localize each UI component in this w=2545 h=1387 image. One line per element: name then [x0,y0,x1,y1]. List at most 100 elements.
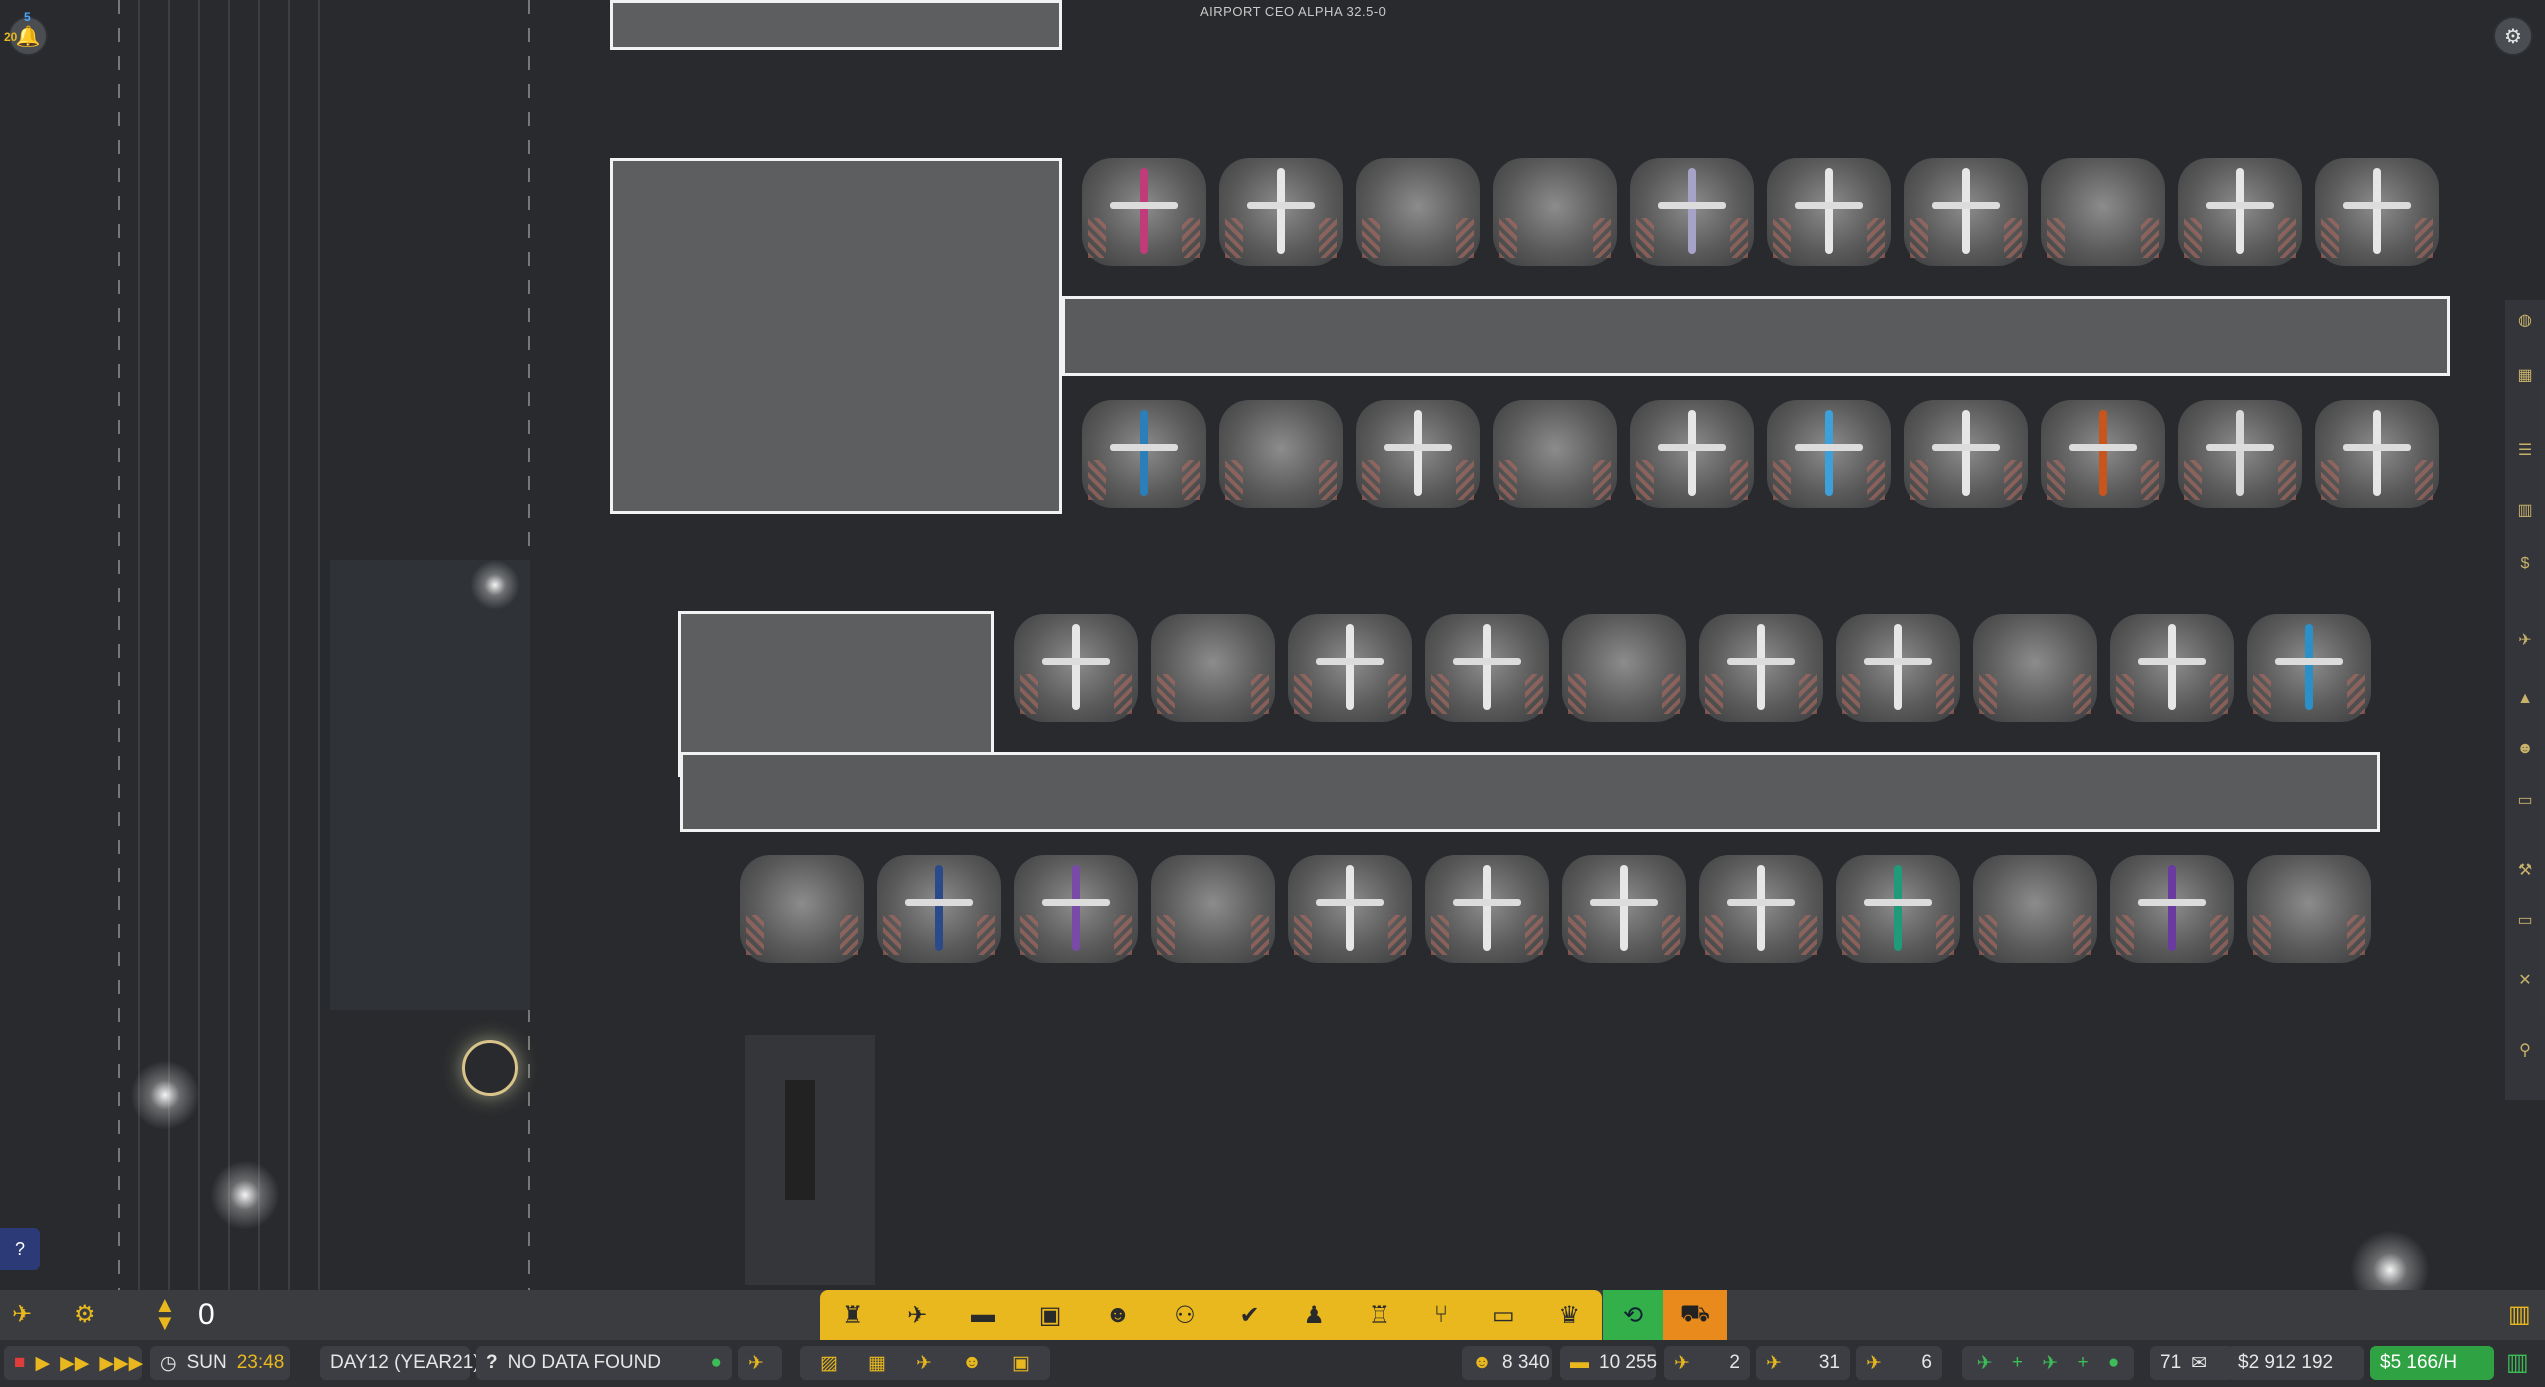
aircraft[interactable] [1247,168,1315,254]
aircraft[interactable] [1316,865,1384,951]
pin-icon[interactable]: ⚲ [2515,1040,2535,1060]
aircraft-stand[interactable] [1630,400,1754,508]
aircraft-stand[interactable] [1288,855,1412,963]
bus-icon[interactable]: ▭ [2515,790,2535,810]
aircraft-stand[interactable] [1356,400,1480,508]
aircraft[interactable] [1658,410,1726,496]
plane-icon[interactable]: ✈ [2515,630,2535,650]
aircraft[interactable] [1042,624,1110,710]
aircraft[interactable] [2343,410,2411,496]
aircraft[interactable] [1042,865,1110,951]
aircraft-stand[interactable] [1562,855,1686,963]
aircraft-stand[interactable] [1151,855,1275,963]
finance-icon[interactable]: $ [2515,555,2535,575]
aircraft-stand[interactable] [1219,158,1343,266]
aircraft[interactable] [1453,624,1521,710]
aircraft[interactable] [2343,168,2411,254]
game-settings-button[interactable]: ⚙ [2493,16,2533,56]
aircraft-stand[interactable] [1014,614,1138,722]
aircraft[interactable] [1932,410,2000,496]
chart-icon[interactable]: ▥ [2515,500,2535,520]
aircraft-stand[interactable] [1493,400,1617,508]
aircraft[interactable] [905,865,973,951]
aircraft-stand[interactable] [1767,400,1891,508]
aircraft-stand[interactable] [2041,400,2165,508]
aircraft-stand[interactable] [2041,158,2165,266]
aircraft[interactable] [1110,410,1178,496]
aircraft-stand[interactable] [1904,400,2028,508]
aircraft-stand[interactable] [1425,614,1549,722]
security-icon[interactable]: ⚇ [1174,1301,1196,1330]
pier-b[interactable] [680,752,2380,832]
aircraft-stand[interactable] [1219,400,1343,508]
bag-icon[interactable]: ▣ [1012,1352,1030,1375]
aircraft-stand[interactable] [2110,614,2234,722]
radar-object[interactable] [462,1040,518,1096]
tower-icon[interactable]: ▲ [2515,690,2535,710]
terminal-building-a[interactable] [610,158,1062,514]
aircraft[interactable] [1727,865,1795,951]
aircraft[interactable] [1932,168,2000,254]
aircraft[interactable] [1110,168,1178,254]
fast-icon[interactable]: ▶▶ [60,1352,89,1375]
aircraft[interactable] [2138,624,2206,710]
aircraft-stand[interactable] [1699,614,1823,722]
podium-icon[interactable]: ♖ [1369,1301,1391,1330]
help-button[interactable]: ? [0,1228,40,1270]
aircraft-stand[interactable] [1630,158,1754,266]
aircraft[interactable] [1453,865,1521,951]
aircraft-stand[interactable] [1699,855,1823,963]
seating-icon[interactable]: ▭ [1492,1301,1515,1330]
airplane-icon[interactable]: ✈ [907,1301,927,1330]
faster-icon[interactable]: ▶▶▶ [99,1352,143,1375]
list-icon[interactable]: ☰ [2515,440,2535,460]
aircraft-stand[interactable] [2247,855,2371,963]
map-icon[interactable]: ▦ [2515,365,2535,385]
aircraft-stand[interactable] [1767,158,1891,266]
aircraft[interactable] [2206,410,2274,496]
monitor-icon[interactable]: ▭ [2515,910,2535,930]
aircraft[interactable] [1795,410,1863,496]
aircraft-stand[interactable] [1014,855,1138,963]
people-icon[interactable]: ☻ [962,1352,982,1374]
airport-map[interactable] [0,0,2545,1290]
food-icon[interactable]: ⑂ [1434,1301,1448,1329]
aircraft-stand[interactable] [2178,158,2302,266]
workers-icon[interactable]: ⚒ [2515,860,2535,880]
departures-icon[interactable]: ✈ [12,1300,32,1329]
aircraft[interactable] [1795,168,1863,254]
green-mode-button[interactable]: ⟲ [1603,1290,1663,1340]
aircraft-stand[interactable] [1562,614,1686,722]
aircraft-stand[interactable] [1973,855,2097,963]
status-message[interactable]: ? NO DATA FOUND ● [476,1346,732,1380]
aircraft-stand[interactable] [1836,614,1960,722]
aircraft[interactable] [1864,865,1932,951]
aircraft-stand[interactable] [1288,614,1412,722]
grid-icon[interactable]: ▦ [868,1352,886,1375]
flight-filter-button[interactable]: ✈ [738,1346,782,1380]
terminal-building-north[interactable] [610,0,1062,50]
staff-icon[interactable]: ☻ [2515,740,2535,760]
aircraft-stand[interactable] [2178,400,2302,508]
aircraft[interactable] [1590,865,1658,951]
check-in-icon[interactable]: ✔ [1239,1301,1259,1330]
flight-icon[interactable]: ✈ [916,1352,932,1375]
bus-icon[interactable]: ▬ [971,1301,995,1329]
aircraft-stand[interactable] [2247,614,2371,722]
aircraft-stand[interactable] [1082,158,1206,266]
aircraft[interactable] [2206,168,2274,254]
aircraft-stand[interactable] [1973,614,2097,722]
aircraft[interactable] [1658,168,1726,254]
bulldozer-button[interactable]: ⛟ [1663,1290,1727,1340]
aircraft-stand[interactable] [2315,158,2439,266]
staff-icon[interactable]: ☻ [1105,1301,1130,1329]
aircraft-stand[interactable] [740,855,864,963]
pier-a[interactable] [1062,296,2450,376]
control-tower-icon[interactable]: ♜ [842,1301,864,1330]
globe-icon[interactable]: ◍ [2515,310,2535,330]
mail-count[interactable]: 71 ✉ [2150,1346,2234,1380]
shops-icon[interactable]: ♛ [1558,1301,1580,1330]
aircraft-stand[interactable] [2315,400,2439,508]
aircraft[interactable] [1727,624,1795,710]
finance-chart-icon[interactable]: ▥ [2506,1348,2529,1377]
